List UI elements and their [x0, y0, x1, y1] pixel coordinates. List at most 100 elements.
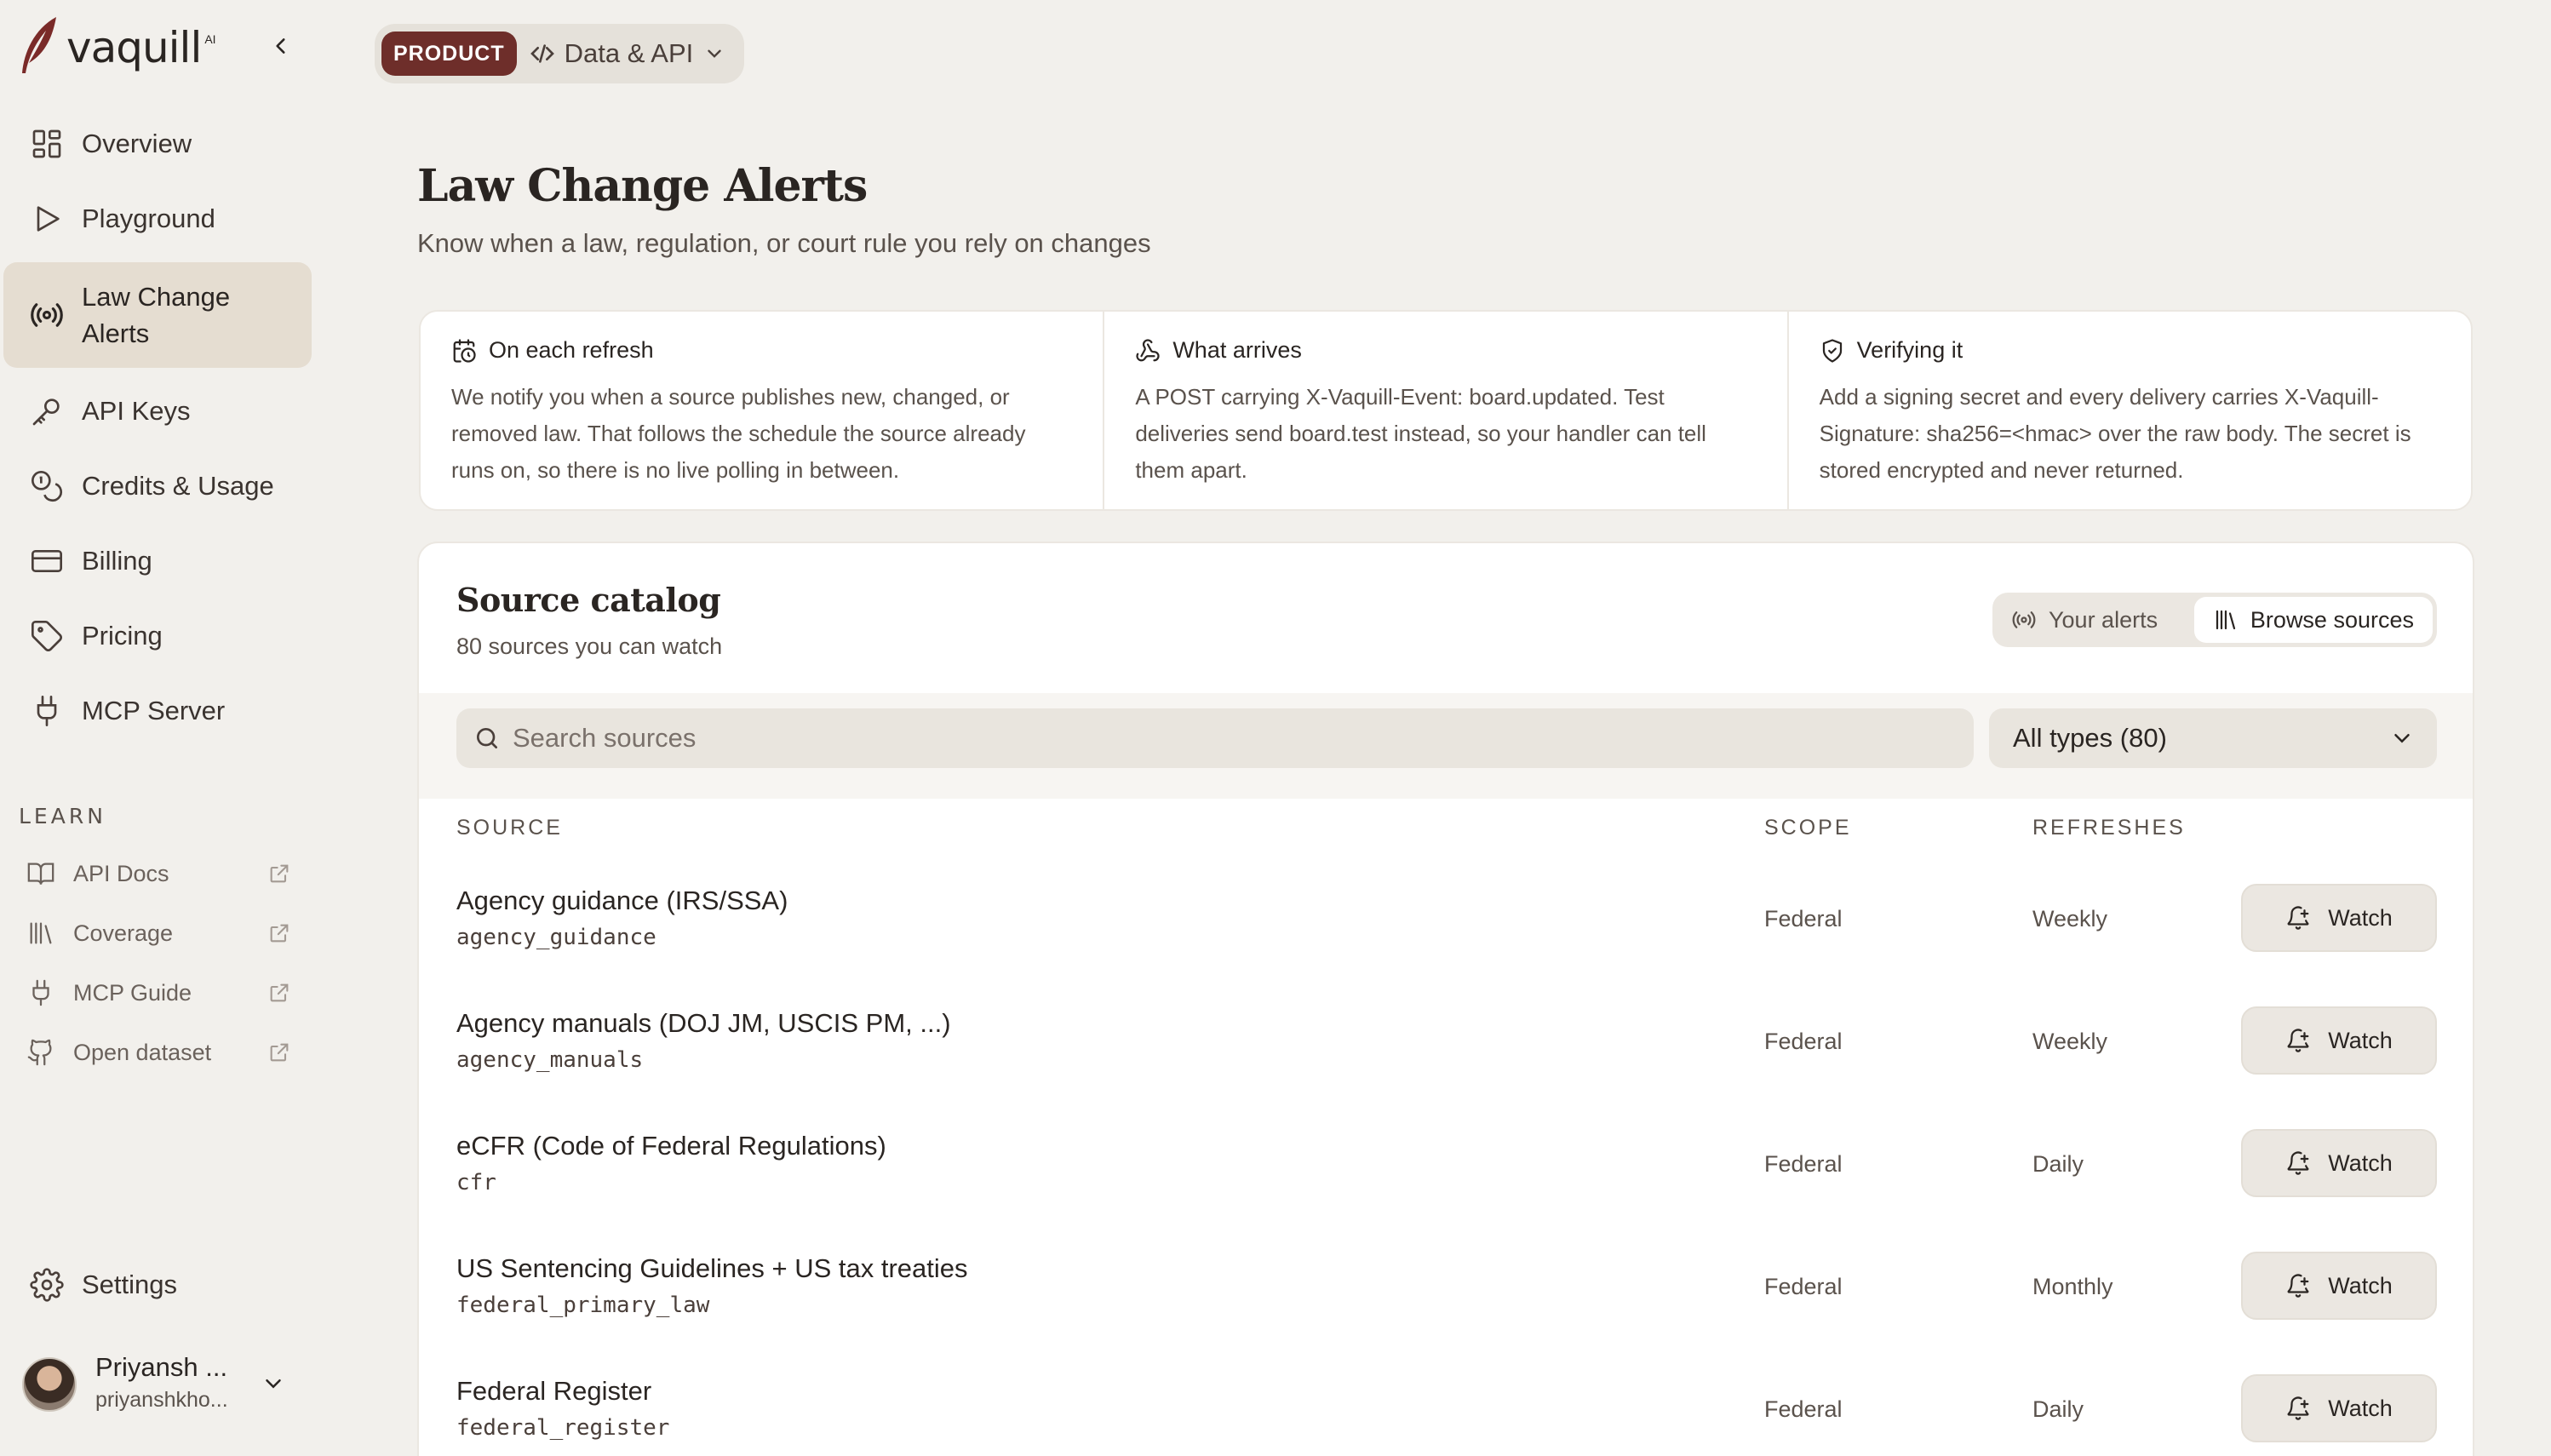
table-row: Agency guidance (IRS/SSA) agency_guidanc…: [419, 867, 2473, 989]
bell-plus-icon: [2287, 1151, 2309, 1175]
info-card-body: Add a signing secret and every delivery …: [1819, 384, 2411, 483]
learn-item-label: MCP Guide: [73, 979, 192, 1006]
product-section-label: Data & API: [564, 38, 694, 68]
source-catalog: Source catalog 80 sources you can watch …: [417, 542, 2474, 1456]
chevron-left-icon: [276, 38, 285, 54]
feather-logo-icon: [22, 17, 56, 73]
column-header-source: SOURCE: [456, 816, 563, 840]
source-id: federal_register: [456, 1415, 670, 1441]
brand-name: vaquill: [66, 23, 202, 72]
info-card-refresh: On each refresh We notify you when a sou…: [421, 312, 1103, 509]
source-scope: Federal: [1764, 1029, 1843, 1054]
search-box: [456, 708, 1974, 768]
learn-section-heading: LEARN: [19, 804, 106, 828]
source-scope: Federal: [1764, 1274, 1843, 1299]
page-title: Law Change Alerts: [417, 160, 868, 212]
book-open-icon: [24, 857, 58, 891]
learn-item-label: Open dataset: [73, 1039, 212, 1065]
sidebar-item-label: MCP Server: [82, 696, 226, 725]
watch-button[interactable]: Watch: [2241, 1252, 2437, 1320]
info-card-title: What arrives: [1172, 337, 1302, 363]
sidebar-item-overview[interactable]: Overview: [3, 112, 312, 175]
shield-check-icon: [1822, 338, 1842, 363]
filter-bar: All types (80): [419, 693, 2473, 799]
learn-item-label: Coverage: [73, 920, 174, 946]
broadcast-icon: [27, 295, 66, 335]
watch-button-label: Watch: [2328, 1395, 2393, 1421]
source-refresh-frequency: Daily: [2032, 1396, 2084, 1422]
tab-label: Browse sources: [2250, 606, 2414, 633]
sidebar-item-label: Playground: [82, 203, 215, 233]
source-refresh-frequency: Weekly: [2032, 1029, 2108, 1054]
watch-button[interactable]: Watch: [2241, 1374, 2437, 1442]
tab-browse-sources[interactable]: Browse sources: [2193, 597, 2433, 643]
watch-button-label: Watch: [2328, 904, 2393, 931]
learn-item-coverage[interactable]: Coverage: [19, 909, 300, 957]
broadcast-icon: [2012, 611, 2036, 628]
source-scope: Federal: [1764, 906, 1843, 931]
source-name: eCFR (Code of Federal Regulations): [456, 1131, 886, 1161]
column-header-scope: SCOPE: [1764, 816, 1852, 840]
external-link-icon: [270, 924, 289, 943]
bell-plus-icon: [2287, 906, 2309, 930]
watch-button[interactable]: Watch: [2241, 884, 2437, 952]
type-filter-select[interactable]: All types (80): [1989, 708, 2437, 768]
bell-plus-icon: [2287, 1274, 2309, 1298]
bell-plus-icon: [2287, 1029, 2309, 1052]
plug-icon: [27, 691, 66, 731]
source-name: Federal Register: [456, 1376, 652, 1406]
library-icon: [2216, 610, 2236, 630]
watch-button[interactable]: Watch: [2241, 1129, 2437, 1197]
chevron-down-icon: [708, 49, 721, 58]
sidebar-item-law-change-alerts[interactable]: Law Change Alerts: [3, 262, 312, 368]
tab-your-alerts[interactable]: Your alerts: [1992, 597, 2176, 643]
learn-item-open-dataset[interactable]: Open dataset: [19, 1029, 300, 1076]
tab-label: Your alerts: [2049, 606, 2158, 633]
watch-button[interactable]: Watch: [2241, 1006, 2437, 1075]
brand-logo[interactable]: vaquill AI: [17, 12, 216, 80]
sidebar-item-playground[interactable]: Playground: [3, 187, 312, 250]
sidebar-item-label: Overview: [82, 129, 192, 158]
type-filter-value: All types (80): [2013, 723, 2167, 753]
brand-ai-mark: AI: [204, 32, 216, 46]
sidebar-item-pricing[interactable]: Pricing: [3, 605, 312, 668]
source-refresh-frequency: Weekly: [2032, 906, 2108, 931]
watch-button-label: Watch: [2328, 1027, 2393, 1053]
layout-grid-icon: [27, 124, 66, 163]
search-input[interactable]: [513, 723, 1875, 754]
user-email: priyanshkho...: [95, 1388, 228, 1412]
tag-icon: [27, 616, 66, 656]
source-refresh-frequency: Monthly: [2032, 1274, 2113, 1299]
sidebar-item-settings[interactable]: Settings: [3, 1255, 312, 1315]
webhook-icon: [1136, 338, 1160, 361]
user-name: Priyansh ...: [95, 1352, 228, 1382]
info-card-verifying: Verifying it Add a signing secret and ev…: [1786, 312, 2471, 509]
product-badge: PRODUCT: [381, 32, 517, 76]
source-name: Agency guidance (IRS/SSA): [456, 886, 788, 915]
avatar: [22, 1357, 77, 1412]
sidebar-item-billing[interactable]: Billing: [3, 530, 312, 593]
sidebar-item-api-keys[interactable]: API Keys: [3, 380, 312, 443]
sidebar: vaquill AI Overview Playground Law Chang…: [0, 0, 329, 1456]
sidebar-item-label: Pricing: [82, 621, 163, 651]
sidebar-item-label: Credits & Usage: [82, 471, 274, 501]
user-menu[interactable]: Priyansh ... priyanshkho...: [22, 1350, 303, 1419]
sidebar-item-mcp-server[interactable]: MCP Server: [3, 679, 312, 742]
column-header-refreshes: REFRESHES: [2032, 816, 2186, 840]
source-refresh-frequency: Daily: [2032, 1151, 2084, 1177]
learn-item-api-docs[interactable]: API Docs: [19, 850, 300, 897]
collapse-sidebar-button[interactable]: [266, 31, 296, 61]
view-toggle: Your alerts Browse sources: [1992, 593, 2437, 647]
sidebar-item-label: Law Change Alerts: [82, 282, 231, 348]
gear-icon: [27, 1265, 66, 1304]
source-id: agency_manuals: [456, 1047, 644, 1073]
learn-item-label: API Docs: [73, 860, 169, 886]
learn-item-mcp-guide[interactable]: MCP Guide: [19, 969, 300, 1017]
info-card-title: Verifying it: [1856, 337, 1963, 363]
source-id: agency_guidance: [456, 925, 656, 950]
source-name: US Sentencing Guidelines + US tax treati…: [456, 1253, 968, 1283]
credit-card-icon: [27, 542, 66, 581]
sidebar-item-credits-usage[interactable]: Credits & Usage: [3, 455, 312, 518]
external-link-icon: [270, 864, 289, 883]
product-switcher[interactable]: PRODUCT Data & API: [375, 24, 744, 83]
